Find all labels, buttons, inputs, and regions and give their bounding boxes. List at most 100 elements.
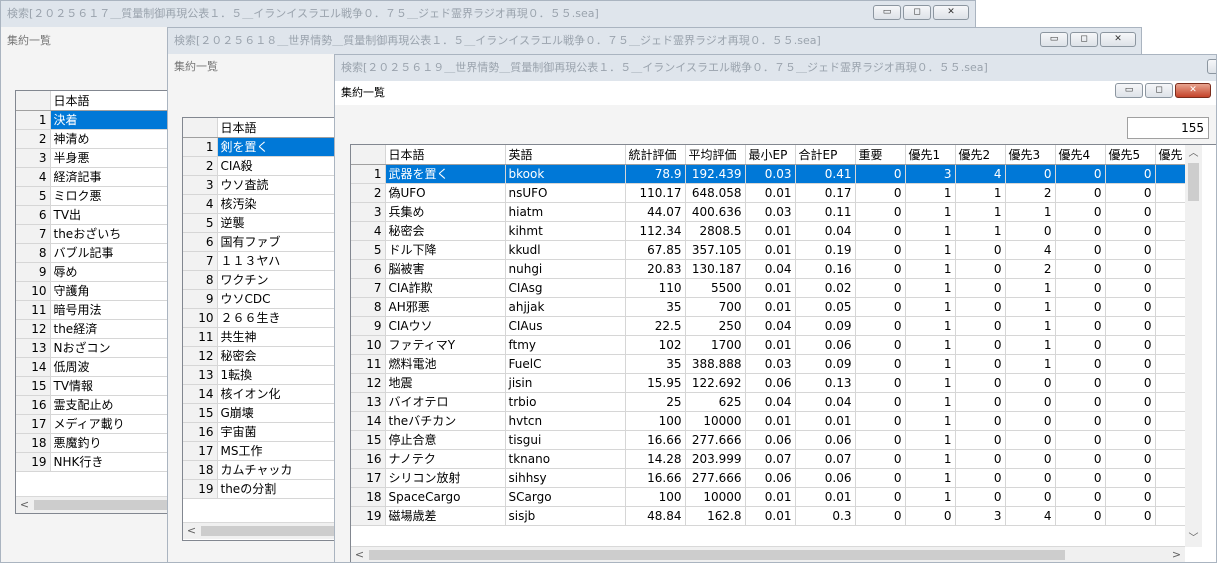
column-header[interactable]: 優先1 [905, 145, 956, 165]
cell-japanese[interactable]: 守護角 [50, 281, 174, 301]
cell-english[interactable]: SCargo [505, 487, 626, 507]
cell-total-ep[interactable]: 0.04 [795, 221, 856, 241]
cell-priority-2[interactable]: 0 [955, 449, 1006, 469]
column-header[interactable]: 英語 [505, 145, 626, 165]
close-button[interactable]: ✕ [1175, 83, 1211, 98]
table-row[interactable]: 12 the経済 [16, 319, 174, 339]
cell-priority-3[interactable]: 4 [1005, 506, 1056, 526]
scroll-thumb[interactable] [369, 550, 1065, 560]
cell-english[interactable]: tisgui [505, 430, 626, 450]
cell-min-ep[interactable]: 0.01 [745, 506, 796, 526]
column-header[interactable]: 優先2 [955, 145, 1006, 165]
column-header[interactable]: 優先3 [1005, 145, 1056, 165]
cell-priority-3[interactable]: 1 [1005, 202, 1056, 222]
cell-priority-5[interactable]: 0 [1105, 335, 1156, 355]
table-row[interactable]: 13 Nおざコン [16, 338, 174, 358]
table-row[interactable]: 11 共生神 [183, 327, 341, 347]
cell-priority-1[interactable]: 1 [905, 449, 956, 469]
minimize-button[interactable]: ▭ [873, 5, 901, 20]
table-row[interactable]: 3 半身悪 [16, 148, 174, 168]
cell-min-ep[interactable]: 0.06 [745, 468, 796, 488]
cell-english[interactable]: sisjb [505, 506, 626, 526]
cell-total-ep[interactable]: 0.01 [795, 487, 856, 507]
table-row[interactable]: 14 theバチカン hvtcn 100 10000 0.01 0.01 0 1 0 0 0 0 [351, 411, 1202, 431]
cell-priority-2[interactable]: 0 [955, 240, 1006, 260]
table-row[interactable]: 5 ミロク悪 [16, 186, 174, 206]
cell-stat-score[interactable]: 110.17 [625, 183, 686, 203]
table-row[interactable]: 19 theの分割 [183, 479, 341, 499]
cell-japanese[interactable]: 剣を置く [217, 137, 341, 157]
cell-priority-5[interactable]: 0 [1105, 411, 1156, 431]
cell-priority-4[interactable]: 0 [1055, 354, 1106, 374]
column-header[interactable]: 統計評価 [625, 145, 686, 165]
cell-priority-5[interactable]: 0 [1105, 430, 1156, 450]
cell-english[interactable]: ahjjak [505, 297, 626, 317]
column-header[interactable]: 優先5 [1105, 145, 1156, 165]
table-row[interactable]: 1 剣を置く [183, 137, 341, 157]
minimize-button[interactable]: ▭ [1040, 32, 1068, 47]
scroll-down-icon[interactable]: ﹀ [1185, 530, 1202, 547]
cell-priority-2[interactable]: 1 [955, 202, 1006, 222]
cell-stat-score[interactable]: 67.85 [625, 240, 686, 260]
cell-japanese[interactable]: CIA詐欺 [385, 278, 506, 298]
cell-japanese[interactable]: 停止合意 [385, 430, 506, 450]
cell-importance[interactable]: 0 [855, 449, 906, 469]
table-row[interactable]: 10 ２６６生き [183, 308, 341, 328]
cell-priority-3[interactable]: 2 [1005, 183, 1056, 203]
cell-english[interactable]: nsUFO [505, 183, 626, 203]
cell-japanese[interactable]: 宇宙菌 [217, 422, 341, 442]
cell-priority-4[interactable]: 0 [1055, 202, 1106, 222]
maximize-button[interactable]: ◻ [903, 5, 931, 20]
table-row[interactable]: 6 脳被害 nuhgi 20.83 130.187 0.04 0.16 0 1 0 2 0 0 [351, 259, 1202, 279]
cell-priority-3[interactable]: 4 [1005, 240, 1056, 260]
cell-importance[interactable]: 0 [855, 202, 906, 222]
cell-priority-4[interactable]: 0 [1055, 430, 1106, 450]
cell-priority-4[interactable]: 0 [1055, 411, 1106, 431]
scroll-thumb[interactable] [34, 500, 169, 510]
cell-priority-4[interactable]: 0 [1055, 183, 1106, 203]
cell-japanese[interactable]: 1転換 [217, 365, 341, 385]
cell-total-ep[interactable]: 0.06 [795, 335, 856, 355]
cell-priority-5[interactable]: 0 [1105, 221, 1156, 241]
cell-english[interactable]: nuhgi [505, 259, 626, 279]
cell-stat-score[interactable]: 100 [625, 411, 686, 431]
cell-priority-5[interactable]: 0 [1105, 202, 1156, 222]
table-row[interactable]: 6 国有ファブ [183, 232, 341, 252]
cell-avg-score[interactable]: 357.105 [685, 240, 746, 260]
cell-min-ep[interactable]: 0.04 [745, 392, 796, 412]
table-row[interactable]: 3 兵集め hiatm 44.07 400.636 0.03 0.11 0 1 1 1 0 0 [351, 202, 1202, 222]
column-header-japanese[interactable]: 日本語 [217, 118, 341, 138]
scroll-thumb[interactable] [201, 526, 336, 536]
cell-priority-2[interactable]: 0 [955, 373, 1006, 393]
cell-priority-1[interactable]: 1 [905, 240, 956, 260]
cell-total-ep[interactable]: 0.09 [795, 316, 856, 336]
cell-priority-1[interactable]: 1 [905, 373, 956, 393]
cell-min-ep[interactable]: 0.03 [745, 202, 796, 222]
cell-japanese[interactable]: ナノテク [385, 449, 506, 469]
cell-importance[interactable]: 0 [855, 221, 906, 241]
cell-avg-score[interactable]: 5500 [685, 278, 746, 298]
cell-stat-score[interactable]: 100 [625, 487, 686, 507]
table-row[interactable]: 4 秘密会 kihmt 112.34 2808.5 0.01 0.04 0 1 1 0 0 0 [351, 221, 1202, 241]
cell-priority-3[interactable]: 2 [1005, 259, 1056, 279]
cell-priority-4[interactable]: 0 [1055, 240, 1106, 260]
cell-importance[interactable]: 0 [855, 316, 906, 336]
cell-importance[interactable]: 0 [855, 430, 906, 450]
cell-priority-1[interactable]: 1 [905, 183, 956, 203]
cell-total-ep[interactable]: 0.04 [795, 392, 856, 412]
maximize-button[interactable]: ◻ [1070, 32, 1098, 47]
cell-avg-score[interactable]: 10000 [685, 487, 746, 507]
cell-priority-1[interactable]: 3 [905, 164, 956, 184]
cell-total-ep[interactable]: 0.13 [795, 373, 856, 393]
column-header[interactable]: 重要 [855, 145, 906, 165]
cell-priority-5[interactable]: 0 [1105, 278, 1156, 298]
cell-stat-score[interactable]: 22.5 [625, 316, 686, 336]
cell-english[interactable]: kkudl [505, 240, 626, 260]
cell-english[interactable]: kihmt [505, 221, 626, 241]
close-button[interactable]: ✕ [933, 5, 969, 20]
cell-stat-score[interactable]: 110 [625, 278, 686, 298]
cell-japanese[interactable]: 悪魔釣り [50, 433, 174, 453]
cell-avg-score[interactable]: 625 [685, 392, 746, 412]
cell-avg-score[interactable]: 1700 [685, 335, 746, 355]
cell-total-ep[interactable]: 0.19 [795, 240, 856, 260]
